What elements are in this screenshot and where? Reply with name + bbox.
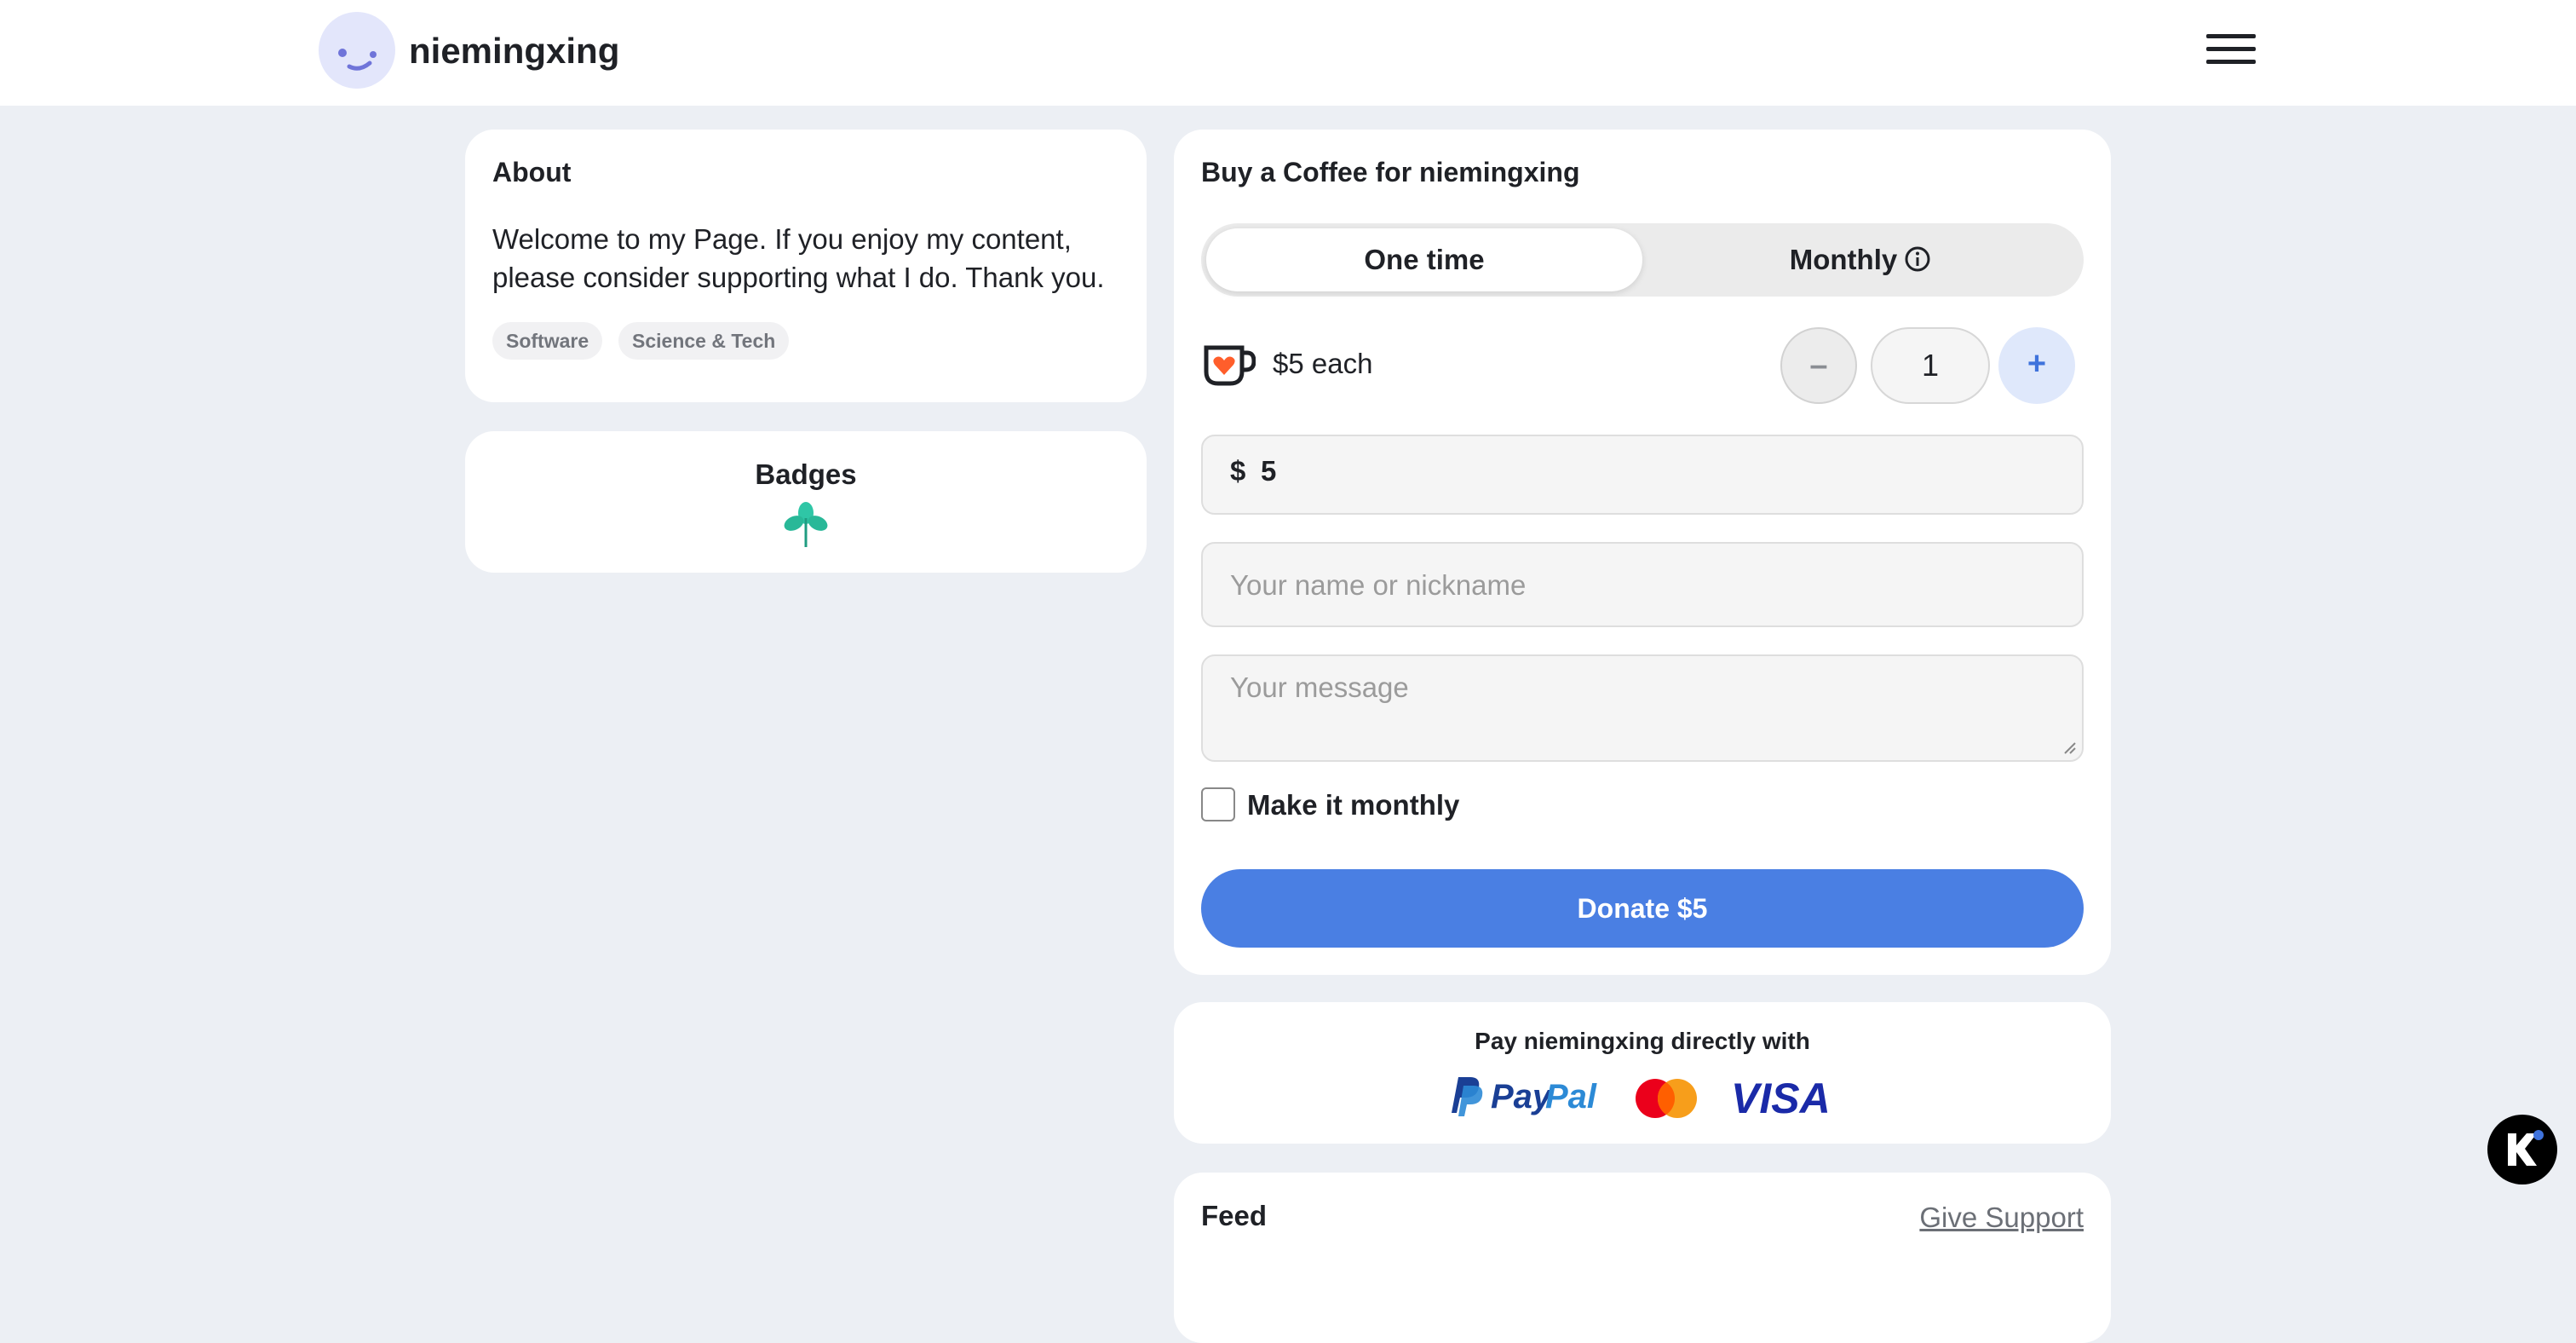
tab-one-time-label: One time bbox=[1364, 244, 1485, 275]
visa-logo-icon[interactable]: VISA bbox=[1729, 1075, 1840, 1118]
direct-pay-title: Pay niemingxing directly with bbox=[1475, 1028, 1810, 1054]
about-card: About Welcome to my Page. If you enjoy m… bbox=[465, 130, 1147, 402]
tag-software[interactable]: Software bbox=[492, 322, 603, 360]
message-placeholder: Your message bbox=[1230, 672, 1409, 703]
coffee-cup-icon bbox=[1201, 341, 1256, 393]
mastercard-logo-icon[interactable] bbox=[1632, 1077, 1700, 1120]
give-support-link[interactable]: Give Support bbox=[1919, 1202, 2084, 1234]
hamburger-menu-icon[interactable] bbox=[2206, 34, 2256, 66]
smiley-avatar-icon bbox=[338, 49, 377, 71]
about-text: Welcome to my Page. If you enjoy my cont… bbox=[492, 223, 1105, 293]
feed-card: Feed Give Support bbox=[1174, 1173, 2111, 1343]
svg-text:Pay: Pay bbox=[1491, 1078, 1553, 1115]
increase-quantity-button[interactable]: + bbox=[1998, 327, 2075, 404]
username[interactable]: niemingxing bbox=[409, 26, 619, 77]
paypal-logo-icon[interactable]: Pay Pal bbox=[1446, 1074, 1608, 1118]
direct-pay-card: Pay niemingxing directly with Pay Pal VI… bbox=[1174, 1002, 2111, 1144]
donation-title: Buy a Coffee for niemingxing bbox=[1201, 157, 1580, 187]
resize-handle-icon[interactable] bbox=[2063, 741, 2077, 755]
message-textarea[interactable]: Your message bbox=[1201, 654, 2084, 762]
feed-title: Feed bbox=[1201, 1200, 1268, 1231]
tab-monthly-label: Monthly bbox=[1789, 244, 1898, 275]
tab-one-time[interactable]: One time bbox=[1206, 228, 1642, 291]
make-monthly-checkbox[interactable] bbox=[1201, 787, 1235, 821]
leaf-badge-icon[interactable] bbox=[782, 501, 830, 553]
name-placeholder: Your name or nickname bbox=[1230, 569, 1527, 601]
amount-value: 5 bbox=[1261, 455, 1277, 487]
decrease-quantity-button[interactable]: – bbox=[1780, 327, 1857, 404]
badges-title: Badges bbox=[755, 458, 857, 490]
tag-science-tech[interactable]: Science & Tech bbox=[618, 322, 790, 360]
donate-button[interactable]: Donate $5 bbox=[1201, 869, 2084, 948]
amount-input[interactable]: $ 5 bbox=[1201, 435, 2084, 515]
kofi-logo-icon[interactable] bbox=[2487, 1115, 2557, 1184]
avatar[interactable] bbox=[319, 12, 395, 89]
info-icon[interactable] bbox=[1904, 245, 1931, 273]
top-bar: niemingxing bbox=[0, 0, 2576, 106]
quantity-input[interactable]: 1 bbox=[1871, 327, 1990, 404]
name-input[interactable]: Your name or nickname bbox=[1201, 542, 2084, 627]
svg-text:VISA: VISA bbox=[1731, 1075, 1831, 1118]
about-title: About bbox=[492, 157, 572, 187]
make-monthly-label[interactable]: Make it monthly bbox=[1247, 787, 1459, 823]
frequency-toggle: One time Monthly bbox=[1201, 223, 2084, 297]
svg-text:Pal: Pal bbox=[1545, 1078, 1597, 1115]
badges-card: Badges bbox=[465, 431, 1147, 573]
donation-card: Buy a Coffee for niemingxing One time Mo… bbox=[1174, 130, 2111, 975]
tab-monthly[interactable]: Monthly bbox=[1642, 228, 2079, 291]
currency-symbol: $ bbox=[1230, 455, 1246, 487]
price-each: $5 each bbox=[1273, 348, 1373, 379]
